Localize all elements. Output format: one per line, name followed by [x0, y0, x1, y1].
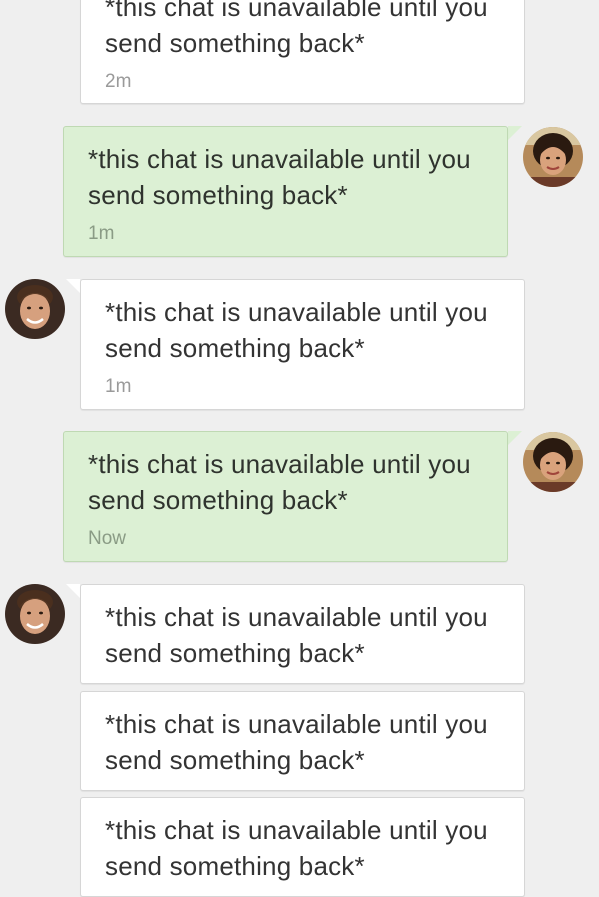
message-bubble-incoming[interactable]: *this chat is unavailable until you send…	[80, 691, 525, 791]
contact-avatar[interactable]	[5, 279, 65, 339]
message-bubble-incoming[interactable]: *this chat is unavailable until you send…	[80, 797, 525, 897]
message-timestamp: 1m	[88, 223, 115, 244]
message-timestamp: Now	[88, 528, 127, 549]
message-text: *this chat is unavailable until you send…	[105, 602, 488, 668]
bubble-tail	[508, 126, 522, 140]
female-user-avatar-icon	[523, 127, 583, 187]
message-text: *this chat is unavailable until you send…	[105, 297, 488, 363]
message-text: *this chat is unavailable until you send…	[88, 144, 471, 210]
message-timestamp: 2m	[105, 71, 132, 92]
message-timestamp: 1m	[105, 376, 132, 397]
message-text: *this chat is unavailable until you send…	[88, 449, 471, 515]
message-bubble-incoming[interactable]: *this chat is unavailable until you send…	[80, 0, 525, 104]
message-bubble-incoming[interactable]: *this chat is unavailable until you send…	[80, 584, 525, 684]
contact-avatar[interactable]	[5, 584, 65, 644]
bubble-tail	[508, 431, 522, 445]
message-text: *this chat is unavailable until you send…	[105, 709, 488, 775]
user-avatar[interactable]	[523, 127, 583, 187]
bubble-tail	[66, 584, 80, 598]
message-text: *this chat is unavailable until you send…	[105, 815, 488, 881]
message-text: *this chat is unavailable until you send…	[105, 0, 488, 58]
male-contact-avatar-icon	[5, 584, 65, 644]
female-user-avatar-icon	[523, 432, 583, 492]
male-contact-avatar-icon	[5, 279, 65, 339]
message-bubble-outgoing[interactable]: *this chat is unavailable until you send…	[63, 431, 508, 562]
bubble-tail	[66, 279, 80, 293]
user-avatar[interactable]	[523, 432, 583, 492]
message-bubble-outgoing[interactable]: *this chat is unavailable until you send…	[63, 126, 508, 257]
message-bubble-incoming[interactable]: *this chat is unavailable until you send…	[80, 279, 525, 410]
